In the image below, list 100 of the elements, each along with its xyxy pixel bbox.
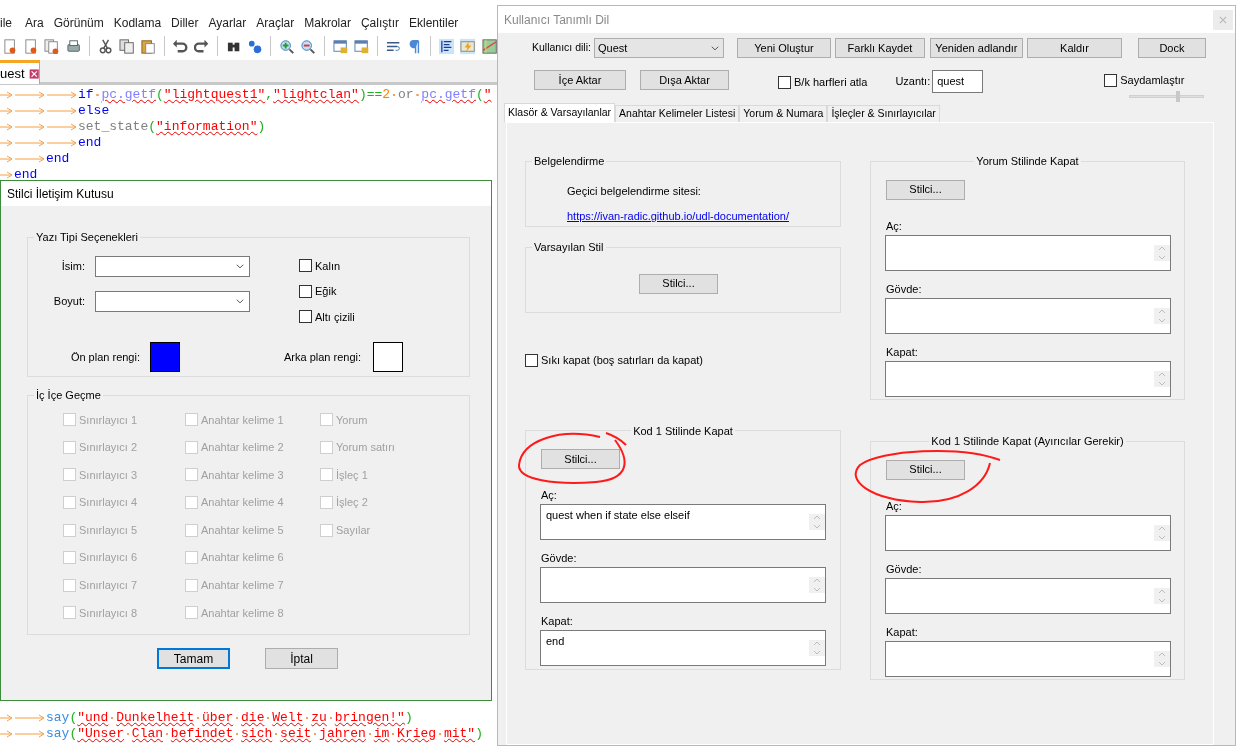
group-title: Kod 1 Stilinde Kapat	[632, 423, 734, 439]
code-line: end	[0, 135, 492, 151]
code-line: end	[0, 151, 492, 167]
undo-icon[interactable]	[172, 37, 188, 55]
field-label: Gövde:	[541, 551, 577, 564]
code-line: else	[0, 103, 492, 119]
button[interactable]: Kaldır	[1026, 38, 1122, 58]
checkbox[interactable]	[525, 353, 538, 367]
text-area[interactable]	[885, 577, 1171, 614]
button[interactable]: Stilci...	[886, 179, 965, 200]
zoom-in-icon[interactable]	[279, 37, 295, 55]
tab[interactable]: Anahtar Kelimeler Listesi	[615, 105, 740, 122]
tab[interactable]: Yorum & Numara	[739, 105, 828, 122]
checkbox-label: Anahtar kelime 4	[201, 495, 284, 511]
clipboard-icon[interactable]	[140, 37, 156, 55]
checkbox-label: Eğik	[315, 284, 337, 299]
lightning-icon[interactable]	[460, 37, 476, 55]
dropdown[interactable]	[95, 290, 250, 312]
menu-item[interactable]: Ara	[20, 14, 49, 32]
checkbox[interactable]	[1104, 73, 1118, 87]
group-title: Yazı Tipi Seçenekleri	[35, 230, 139, 245]
printer-icon[interactable]	[65, 37, 81, 55]
chevron-down-icon[interactable]	[235, 296, 245, 306]
checkbox-label: Anahtar kelime 8	[201, 605, 284, 621]
document-icon[interactable]	[23, 37, 39, 55]
field-label: Kapat:	[541, 614, 573, 627]
checkbox[interactable]	[299, 310, 312, 324]
menu-item[interactable]: Kodlama	[108, 14, 167, 32]
button[interactable]: Dock	[1137, 38, 1206, 58]
color-swatch[interactable]	[150, 342, 180, 372]
group-title: Belgelendirme	[533, 154, 606, 169]
menu-item[interactable]: Görünüm	[48, 14, 109, 32]
window-lock-icon[interactable]	[332, 37, 348, 55]
menu-item[interactable]: ile	[0, 14, 20, 32]
text-area[interactable]: end	[540, 630, 826, 666]
text-area[interactable]: quest when if state else elseif	[540, 504, 826, 540]
indent-guide-icon[interactable]	[439, 37, 455, 55]
checkbox-label: Sınırlayıcı 8	[79, 605, 138, 621]
chevron-down-icon[interactable]	[235, 261, 245, 271]
color-swatch[interactable]	[373, 342, 403, 372]
button[interactable]: Stilci...	[886, 459, 965, 480]
menu-item[interactable]: Çalıştır	[355, 14, 404, 32]
checkbox-label: Sınırlayıcı 4	[79, 495, 138, 511]
field-label: Kullanıcı dili:	[532, 40, 591, 56]
checkbox[interactable]	[299, 259, 312, 273]
documents-icon[interactable]	[44, 37, 60, 55]
dropdown[interactable]	[95, 255, 250, 277]
zoom-out-icon[interactable]	[300, 37, 316, 55]
checkbox-label: Altı çizili	[315, 309, 355, 325]
button[interactable]: Tamam	[157, 648, 230, 669]
button[interactable]: İçe Aktar	[534, 70, 626, 90]
checkbox-label: Sayılar	[336, 522, 371, 538]
color-label: Ön plan rengi:	[69, 349, 140, 365]
checkbox-label: Anahtar kelime 7	[201, 578, 284, 594]
chevron-down-icon[interactable]	[709, 43, 720, 53]
checkbox-label: Yorum	[336, 412, 368, 428]
button[interactable]: Yeniden adlandır	[929, 38, 1023, 58]
copy-icon[interactable]	[119, 37, 135, 55]
menu-item[interactable]: Ayarlar	[203, 14, 252, 32]
checkbox-label: İşleç 1	[336, 467, 368, 483]
button[interactable]: Dışa Aktar	[640, 70, 729, 90]
checkbox[interactable]	[299, 284, 312, 298]
field-label: İsim:	[60, 258, 86, 274]
button[interactable]: Stilci...	[639, 273, 718, 294]
tab[interactable]: İşleçler & Sınırlayıcılar	[827, 105, 940, 122]
text-area[interactable]	[885, 234, 1171, 271]
button[interactable]: İptal	[265, 648, 338, 669]
button[interactable]: Stilci...	[541, 449, 620, 469]
menu-item[interactable]: Eklentiler	[403, 14, 464, 32]
checkbox-label: Sıkı kapat (boş satırları da kapat)	[541, 353, 704, 368]
dropdown[interactable]: Quest	[593, 38, 724, 58]
menu-item[interactable]: Araçlar	[251, 14, 300, 32]
text-field[interactable]: quest	[932, 70, 984, 93]
field-label: Aç:	[541, 488, 557, 501]
redo-icon[interactable]	[193, 37, 209, 55]
color-label: Arka plan rengi:	[282, 349, 361, 365]
menu-item[interactable]: Diller	[166, 14, 204, 32]
close-icon[interactable]	[28, 67, 39, 80]
checkbox-label: Sınırlayıcı 3	[79, 467, 138, 483]
checkbox-label: Anahtar kelime 1	[201, 412, 284, 428]
document-icon[interactable]	[2, 37, 18, 55]
tab[interactable]: Klasör & Varsayılanlar	[504, 103, 616, 122]
link[interactable]: https://ivan-radic.github.io/udl-documentation/	[567, 208, 840, 225]
checkbox-label: Kalın	[315, 258, 341, 274]
editor-tab[interactable]: uest	[0, 60, 40, 84]
text-area[interactable]	[885, 297, 1171, 334]
text-area[interactable]	[885, 514, 1171, 551]
button[interactable]: Yeni Oluştur	[736, 38, 831, 58]
window-lock-icon[interactable]	[353, 37, 369, 55]
checkbox[interactable]	[778, 75, 791, 89]
field-label: Uzantı:	[895, 74, 931, 90]
button[interactable]: Farklı Kaydet	[834, 38, 925, 58]
menu-item[interactable]: Makrolar	[299, 14, 356, 32]
map-icon[interactable]	[481, 37, 497, 55]
group-title: Yorum Stilinde Kapat	[975, 154, 1080, 169]
scissors-icon[interactable]	[97, 37, 114, 55]
group-title: Varsayılan Stil	[533, 240, 605, 255]
text-area[interactable]	[885, 360, 1171, 397]
text-area[interactable]	[540, 567, 826, 603]
text-area[interactable]	[885, 640, 1171, 677]
